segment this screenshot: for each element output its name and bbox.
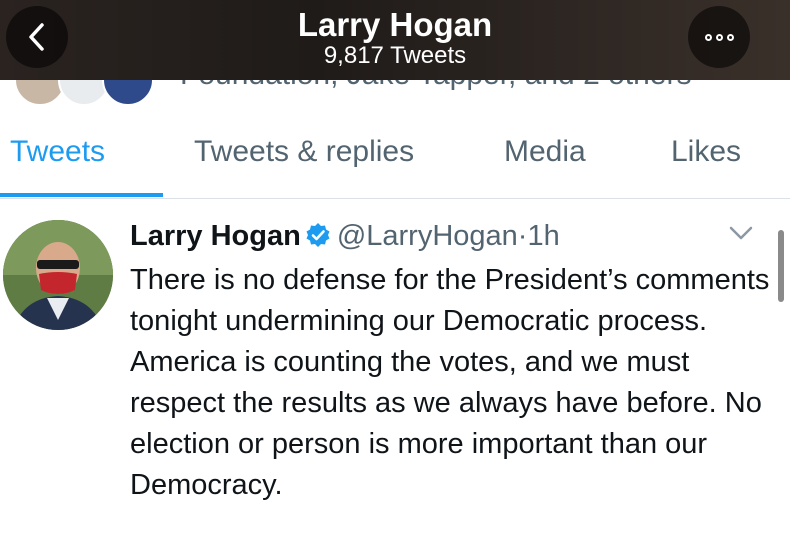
profile-name-title: Larry Hogan bbox=[297, 6, 493, 43]
tweet-text: There is no defense for the President’s … bbox=[130, 264, 770, 501]
tweet-header: Larry Hogan @LarryHogan·1h bbox=[130, 218, 560, 257]
more-options-icon bbox=[704, 33, 734, 41]
tab-tweets-and-replies[interactable]: Tweets & replies bbox=[194, 134, 414, 170]
tab-likes[interactable]: Likes bbox=[671, 134, 741, 170]
chevron-down-icon bbox=[729, 226, 753, 240]
tweet-author-name[interactable]: Larry Hogan bbox=[130, 220, 301, 252]
profile-photo bbox=[3, 220, 113, 330]
active-tab-indicator bbox=[0, 193, 163, 197]
tweet-author-handle[interactable]: @LarryHogan bbox=[337, 220, 518, 252]
tweet-menu-button[interactable] bbox=[728, 224, 754, 247]
verified-badge-icon bbox=[305, 221, 331, 257]
follower-avatar bbox=[102, 80, 154, 104]
avatar[interactable] bbox=[3, 220, 113, 330]
tweet-count: 9,817 Tweets bbox=[323, 42, 467, 69]
more-options-button[interactable] bbox=[688, 6, 750, 68]
followers-you-know[interactable]: Foundation, Jake Tapper, and 2 others bbox=[0, 80, 790, 104]
profile-tabs: Tweets Tweets & replies Media Likes bbox=[0, 104, 790, 199]
tweet-timestamp[interactable]: 1h bbox=[527, 220, 559, 252]
profile-header: Larry Hogan 9,817 Tweets bbox=[0, 0, 790, 80]
scrollbar[interactable] bbox=[778, 230, 784, 302]
tab-tweets[interactable]: Tweets bbox=[10, 134, 105, 170]
followers-text: Foundation, Jake Tapper, and 2 others bbox=[180, 80, 691, 92]
tab-media[interactable]: Media bbox=[504, 134, 586, 170]
